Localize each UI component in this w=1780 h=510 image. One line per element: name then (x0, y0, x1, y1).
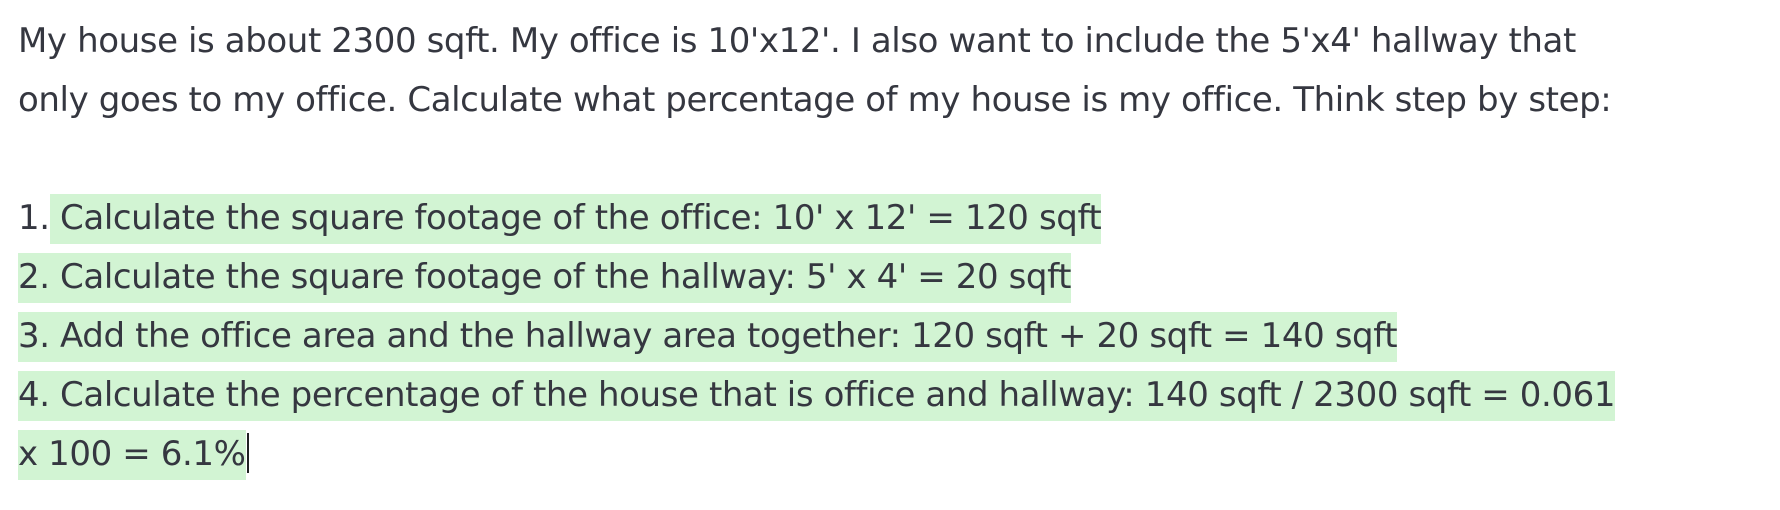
step-3-highlighted-text: 3. Add the office area and the hallway a… (18, 312, 1398, 362)
step-4-highlighted-text-line-2: x 100 = 6.1% (18, 430, 246, 480)
text-cursor (246, 433, 249, 473)
prompt-line-1: My house is about 2300 sqft. My office i… (18, 21, 1576, 61)
step-1-highlighted-text: Calculate the square footage of the offi… (49, 194, 1102, 244)
step-2-highlighted-text: 2. Calculate the square footage of the h… (18, 253, 1071, 303)
prompt-line-2: only goes to my office. Calculate what p… (18, 80, 1612, 120)
completion-step-4-line-1: 4. Calculate the percentage of the house… (18, 366, 1758, 425)
completion-step-4-line-2: x 100 = 6.1% (18, 425, 1758, 484)
step-1-number: 1. (18, 198, 50, 238)
step-4-highlighted-text-line-1: 4. Calculate the percentage of the house… (18, 371, 1616, 421)
completion-step-3: 3. Add the office area and the hallway a… (18, 307, 1758, 366)
completion-step-2: 2. Calculate the square footage of the h… (18, 248, 1758, 307)
playground-text-editor[interactable]: My house is about 2300 sqft. My office i… (18, 12, 1758, 484)
completion-step-1: 1. Calculate the square footage of the o… (18, 189, 1758, 248)
